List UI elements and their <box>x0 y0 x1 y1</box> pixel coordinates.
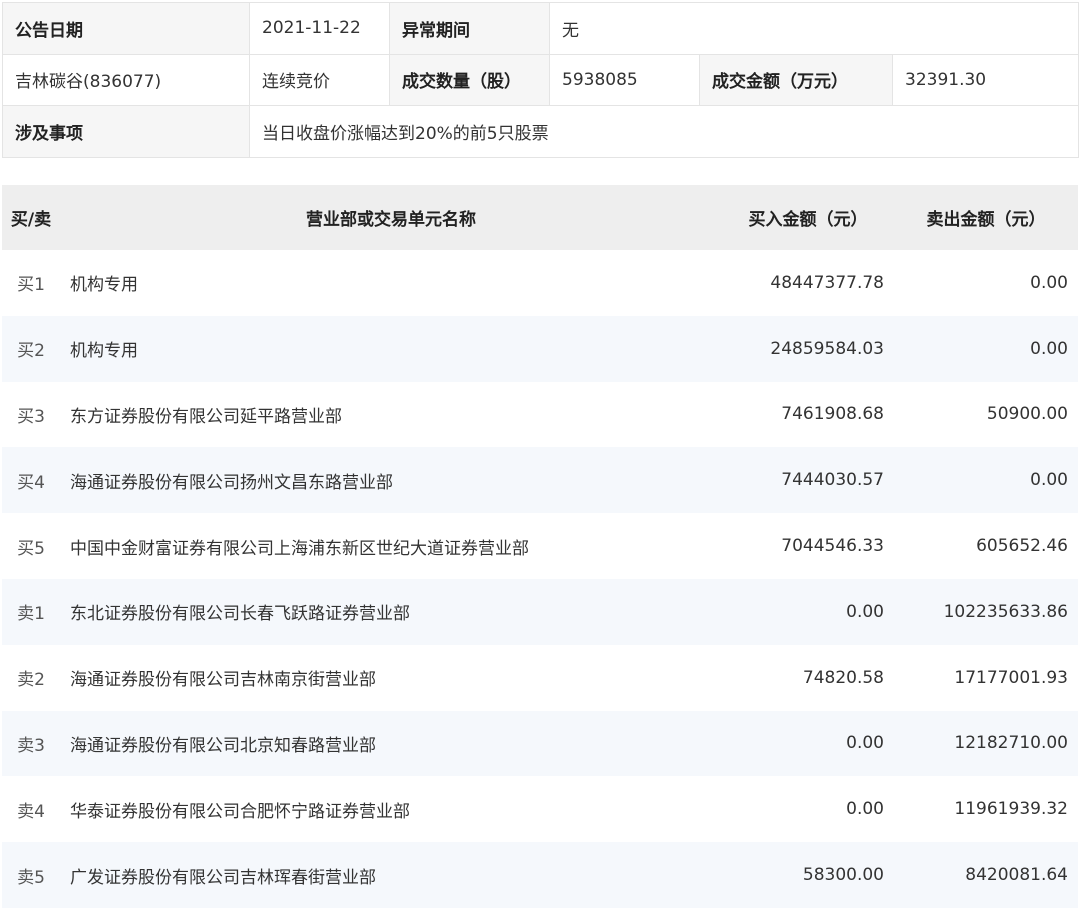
matter-value: 当日收盘价涨幅达到20%的前5只股票 <box>249 105 1079 158</box>
row-buy-amount: 0.00 <box>722 578 894 645</box>
table-row: 卖4 华泰证券股份有限公司合肥怀宁路证券营业部 0.00 11961939.32 <box>2 776 1078 842</box>
abnormal-period-value: 无 <box>549 2 1079 55</box>
table-row: 卖5 广发证券股份有限公司吉林珲春街营业部 58300.00 8420081.6… <box>2 842 1078 908</box>
trading-seats-table: 买/卖 营业部或交易单元名称 买入金额（元） 卖出金额（元） 买1 机构专用 4… <box>2 185 1078 908</box>
row-name: 海通证券股份有限公司吉林南京街营业部 <box>70 670 376 691</box>
table-row: 买5 中国中金财富证券有限公司上海浦东新区世纪大道证券营业部 7044546.3… <box>2 513 1078 579</box>
volume-value: 5938085 <box>549 53 700 107</box>
row-side: 买4 <box>2 447 60 514</box>
row-side: 买1 <box>17 275 45 296</box>
row-name: 海通证券股份有限公司扬州文昌东路营业部 <box>60 447 722 514</box>
stock-name: 吉林碳谷(836077) <box>2 53 250 107</box>
row-side: 买3 <box>17 406 45 427</box>
table-header-row: 买/卖 营业部或交易单元名称 买入金额（元） 卖出金额（元） <box>2 185 1078 250</box>
turnover-value: 32391.30 <box>892 53 1079 107</box>
row-buy-amount: 7461908.68 <box>781 404 884 425</box>
row-buy-amount: 7444030.57 <box>722 447 894 514</box>
info-row-matter: 涉及事项 当日收盘价涨幅达到20%的前5只股票 <box>2 105 1079 158</box>
row-sell-amount: 50900.00 <box>986 404 1068 425</box>
row-sell-amount: 0.00 <box>894 447 1078 514</box>
row-buy-amount: 58300.00 <box>722 842 894 908</box>
volume-label: 成交数量（股） <box>389 53 550 107</box>
announcement-info-table: 公告日期 2021-11-22 异常期间 无 吉林碳谷(836077) 连续竞价… <box>2 2 1079 158</box>
header-side: 买/卖 <box>2 185 60 250</box>
table-row: 卖2 海通证券股份有限公司吉林南京街营业部 74820.58 17177001.… <box>2 645 1078 711</box>
row-sell-amount: 102235633.86 <box>894 578 1078 645</box>
row-side: 卖4 <box>17 801 45 822</box>
row-buy-amount: 24859584.03 <box>722 315 894 382</box>
row-sell-amount: 12182710.00 <box>894 710 1078 777</box>
table-row: 卖1 东北证券股份有限公司长春飞跃路证券营业部 0.00 102235633.8… <box>2 578 1078 645</box>
info-row-date: 公告日期 2021-11-22 异常期间 无 <box>2 2 1079 55</box>
turnover-label: 成交金额（万元） <box>699 53 893 107</box>
row-buy-amount: 0.00 <box>846 799 884 820</box>
row-buy-amount: 48447377.78 <box>770 272 884 293</box>
table-row: 买1 机构专用 48447377.78 0.00 <box>2 250 1078 316</box>
row-name: 东北证券股份有限公司长春飞跃路证券营业部 <box>60 578 722 645</box>
row-sell-amount: 0.00 <box>1030 272 1068 293</box>
row-name: 机构专用 <box>70 275 138 296</box>
info-row-volume: 吉林碳谷(836077) 连续竞价 成交数量（股） 5938085 成交金额（万… <box>2 53 1079 107</box>
row-name: 海通证券股份有限公司北京知春路营业部 <box>60 710 722 777</box>
row-sell-amount: 11961939.32 <box>954 799 1068 820</box>
trade-method: 连续竞价 <box>249 53 390 107</box>
row-name: 华泰证券股份有限公司合肥怀宁路证券营业部 <box>70 801 410 822</box>
row-side: 买5 <box>17 538 45 559</box>
row-name: 东方证券股份有限公司延平路营业部 <box>70 406 342 427</box>
table-row: 卖3 海通证券股份有限公司北京知春路营业部 0.00 12182710.00 <box>2 710 1078 777</box>
table-row: 买2 机构专用 24859584.03 0.00 <box>2 315 1078 382</box>
row-side: 买2 <box>2 315 60 382</box>
row-name: 机构专用 <box>60 315 722 382</box>
row-name: 中国中金财富证券有限公司上海浦东新区世纪大道证券营业部 <box>70 538 529 559</box>
row-side: 卖3 <box>2 710 60 777</box>
row-side: 卖1 <box>2 578 60 645</box>
row-name: 广发证券股份有限公司吉林珲春街营业部 <box>60 842 722 908</box>
header-sell-amount: 卖出金额（元） <box>894 185 1078 250</box>
table-row: 买3 东方证券股份有限公司延平路营业部 7461908.68 50900.00 <box>2 382 1078 448</box>
header-buy-amount: 买入金额（元） <box>722 185 894 250</box>
announce-date-value: 2021-11-22 <box>249 2 390 55</box>
row-side: 卖5 <box>2 842 60 908</box>
row-buy-amount: 7044546.33 <box>781 536 884 557</box>
table-row: 买4 海通证券股份有限公司扬州文昌东路营业部 7444030.57 0.00 <box>2 447 1078 514</box>
row-sell-amount: 8420081.64 <box>894 842 1078 908</box>
announce-date-label: 公告日期 <box>2 2 250 55</box>
matter-label: 涉及事项 <box>2 105 250 158</box>
header-name: 营业部或交易单元名称 <box>60 185 722 250</box>
row-side: 卖2 <box>17 670 45 691</box>
abnormal-period-label: 异常期间 <box>389 2 550 55</box>
row-sell-amount: 605652.46 <box>976 536 1068 557</box>
row-buy-amount: 0.00 <box>722 710 894 777</box>
row-buy-amount: 74820.58 <box>802 667 884 688</box>
row-sell-amount: 0.00 <box>894 315 1078 382</box>
row-sell-amount: 17177001.93 <box>954 667 1068 688</box>
